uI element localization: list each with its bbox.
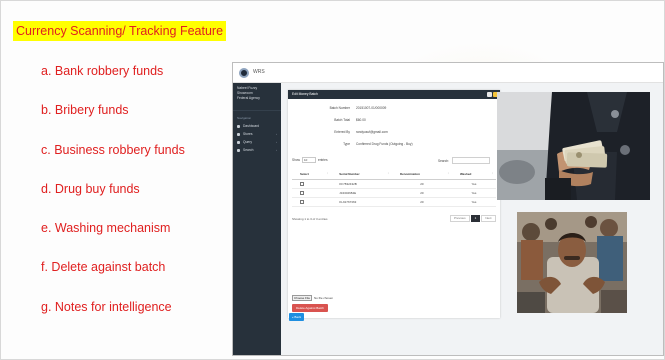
washed-cell: Yes [451,197,496,207]
denomination-cell: 20 [391,188,452,198]
column-header[interactable]: Serial Number ↕ [331,170,392,180]
feature-item: e. Washing mechanism [41,221,171,236]
choose-file-button[interactable]: Choose File [292,295,313,301]
info-value: 20151007-01/000009 [356,106,387,110]
chevron-right-icon: › [276,132,277,136]
table-row: J34302684E 20 Yes [292,188,496,198]
file-upload: Choose File No file chosen [292,295,333,301]
chevron-right-icon: › [276,140,277,144]
feature-item: g. Notes for intelligence [41,299,172,314]
next-page-button[interactable]: Next [481,215,496,222]
washed-cell: Yes [451,188,496,198]
pagination: Previous 1 Next [450,215,496,222]
info-label: Batch Total [334,118,350,122]
presentation-slide: Currency Scanning/ Tracking Feature a. B… [0,0,665,360]
info-value: randyusuf@gmail.com [356,130,388,134]
sidebar-item-label: Query [243,140,252,144]
info-row-batch-number: Batch Number 20151007-01/000009 [288,106,387,110]
denomination-cell: 20 [391,179,452,189]
page-length-select[interactable]: 10 [301,157,316,163]
table-row: KL91767363 20 Yes [292,197,496,207]
store-icon [237,132,240,136]
page-button[interactable]: 1 [470,215,481,222]
table-info: Showing 1 to 3 of 3 entries [292,217,328,221]
police-officer-photo [497,92,650,200]
info-value: $60.00 [356,118,366,122]
column-header[interactable]: Denomination ↕ [391,170,452,180]
sidebar-item-dashboard[interactable]: Dashboard [233,122,281,130]
row-select-checkbox[interactable] [300,190,304,195]
app-sidebar: Nabeel Fuzzy Showroom Federal Agency Nav… [233,83,281,355]
sidebar-item-stores[interactable]: Stores › [233,130,281,138]
crowd-raid-photo [517,212,627,313]
info-row-entered-by: Entered By randyusuf@gmail.com [288,130,388,134]
user-org: Federal Agency [237,96,260,100]
delete-against-batch-button[interactable]: Delete Against Batch [292,304,328,312]
feature-item: d. Drug buy funds [41,181,140,196]
row-select-checkbox[interactable] [300,199,304,204]
file-status: No file chosen [314,296,334,300]
table-header-row: Select ↕ Serial Number ↕ Denomination ↕ Was… [292,170,496,180]
previous-page-button[interactable]: Previous [450,215,470,222]
serial-cell: J34302684E [331,188,392,198]
serial-cell: KL91767363 [331,197,392,207]
chevron-right-icon: › [276,148,277,152]
info-label: Entered By [334,130,350,134]
info-value: Confirmed Drug Funds (Outgoing - Buy) [356,142,413,146]
slide-title: Currency Scanning/ Tracking Feature [13,21,227,41]
feature-list: a. Bank robbery funds b. Bribery funds c… [41,63,185,338]
nav-heading: Navigation [237,116,252,120]
denomination-cell: 20 [391,197,452,207]
sidebar-item-label: Search [243,148,254,152]
show-label: Show [292,158,300,162]
edit-batch-panel: Edit Money Batch Batch Number 20151007-0… [288,90,500,318]
sidebar-item-label: Stores [243,132,253,136]
info-label: Batch Number [329,106,350,110]
serial-table: Select ↕ Serial Number ↕ Denomination ↕ Was… [292,170,496,207]
back-button[interactable]: « Back [289,313,304,321]
panel-header: Edit Money Batch [288,90,500,99]
page-length-control: Show 10 entries [292,157,328,163]
search-icon [237,148,240,152]
column-header[interactable]: Washed ↕ [451,170,496,180]
app-logo-icon[interactable] [239,68,249,78]
search-label: Search: [438,158,449,163]
table-search: Search: [438,157,490,164]
sidebar-item-query[interactable]: Query › [233,138,281,146]
row-select-checkbox[interactable] [300,181,304,186]
panel-title: Edit Money Batch [292,92,318,96]
minimize-icon[interactable] [487,92,492,97]
app-topbar: WRS [233,63,663,83]
info-row-type: Type Confirmed Drug Funds (Outgoing - Bu… [288,142,413,146]
feature-item: b. Bribery funds [41,103,129,118]
query-icon [237,140,240,144]
column-header[interactable]: Select ↕ [292,170,332,180]
home-icon [237,124,240,128]
washed-cell: Yes [451,179,496,189]
sidebar-item-label: Dashboard [243,124,260,128]
info-row-batch-total: Batch Total $60.00 [288,118,366,122]
entries-label: entries [317,158,328,162]
feature-item: c. Business robbery funds [41,142,185,157]
table-row: KF7832432B 20 Yes [292,179,496,189]
app-name: WRS [253,69,265,75]
info-label: Type [343,142,350,146]
user-block: Nabeel Fuzzy Showroom Federal Agency [233,83,281,111]
feature-item: f. Delete against batch [41,260,166,275]
serial-cell: KF7832432B [331,179,392,189]
feature-item: a. Bank robbery funds [41,64,164,78]
search-input[interactable] [452,157,490,164]
sidebar-item-search[interactable]: Search › [233,146,281,154]
